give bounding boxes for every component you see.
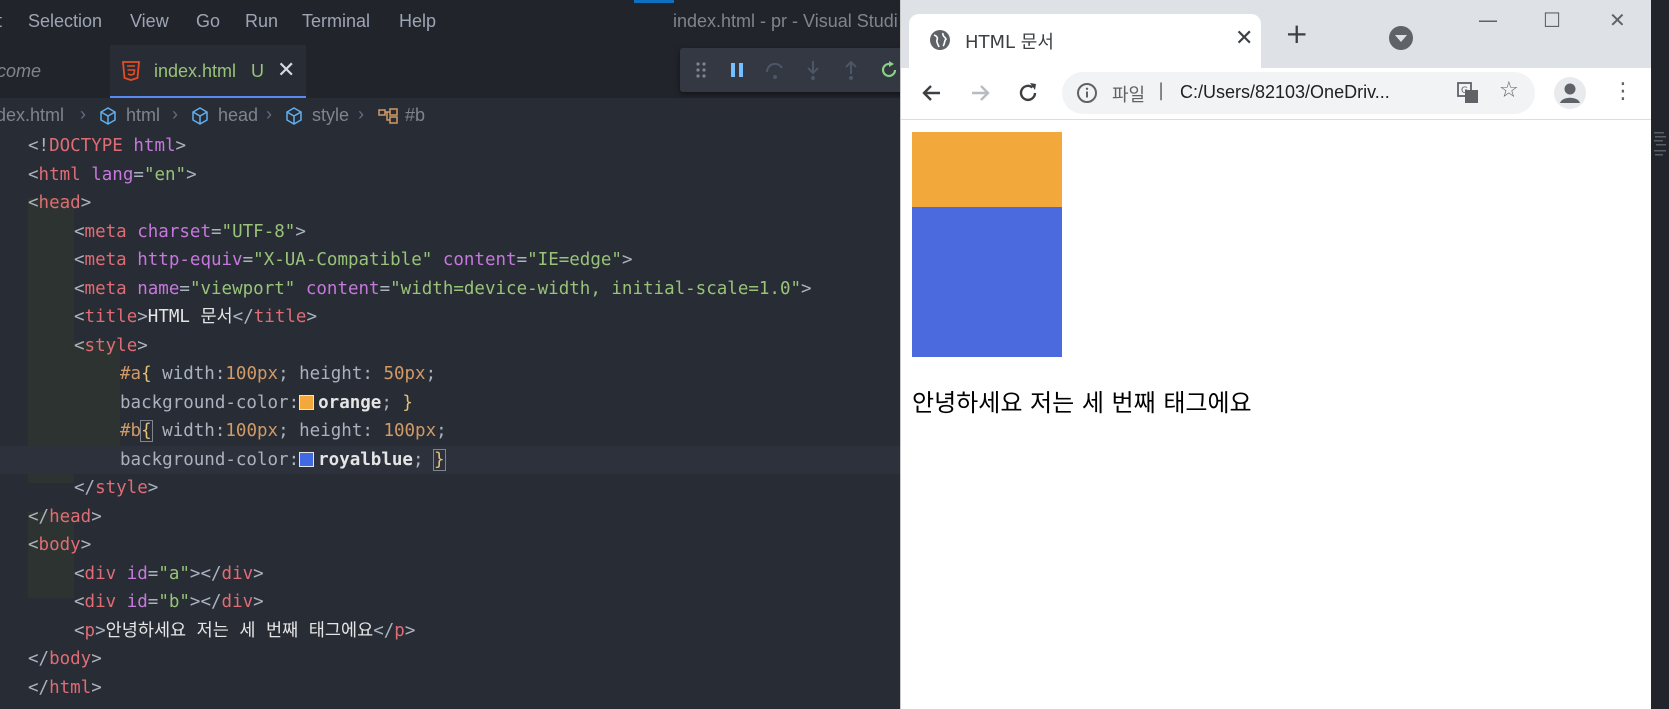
html5-icon: [122, 61, 140, 81]
tab-search-button[interactable]: [1389, 26, 1413, 50]
code-line: <style>: [74, 335, 148, 356]
menu-item-selection[interactable]: Selection: [28, 11, 102, 32]
color-swatch-orange[interactable]: [299, 394, 315, 410]
royalblue-box: [912, 207, 1062, 357]
tab-close-button[interactable]: ✕: [277, 57, 295, 83]
chrome-toolbar: 파일 | C:/Users/82103/OneDriv... G ☆ ⋮: [901, 68, 1652, 120]
breadcrumb-html[interactable]: html: [126, 105, 160, 126]
maximize-button[interactable]: ☐: [1543, 8, 1561, 32]
reload-icon[interactable]: [1015, 80, 1041, 106]
code-line: </head>: [28, 506, 102, 527]
address-url[interactable]: C:/Users/82103/OneDriv...: [1180, 82, 1390, 103]
breadcrumb-separator: ›: [358, 104, 364, 124]
browser-tab-title: HTML 문서: [965, 32, 1054, 53]
browser-tab[interactable]: HTML 문서 ✕: [909, 14, 1261, 68]
breadcrumb: dex.html › html › head › style › #b: [0, 98, 900, 132]
profile-icon[interactable]: [1554, 77, 1586, 109]
tab-welcome[interactable]: lcome: [0, 45, 110, 98]
minimap-preview: [1654, 132, 1666, 156]
orange-box: [912, 132, 1062, 207]
color-swatch-royalblue[interactable]: [299, 451, 315, 467]
forward-icon[interactable]: [967, 80, 993, 106]
menu-item-help[interactable]: Help: [399, 11, 436, 32]
restart-icon[interactable]: [878, 59, 900, 81]
code-line: <meta charset="UTF-8">: [74, 221, 306, 242]
window-title: index.html - pr - Visual Studi: [673, 11, 898, 31]
breadcrumb-separator: ›: [80, 104, 86, 124]
breadcrumb-style[interactable]: style: [312, 105, 349, 126]
breadcrumb-head[interactable]: head: [218, 105, 258, 126]
code-line: <html lang="en">: [28, 164, 197, 185]
menu-item-run[interactable]: Run: [245, 11, 278, 32]
code-line: <div id="b"></div>: [74, 592, 264, 612]
menubar: t Selection View Go Run Terminal Help in…: [0, 0, 900, 45]
code-line: <!DOCTYPE html>: [28, 136, 187, 156]
translate-icon[interactable]: G: [1457, 82, 1479, 104]
step-into-icon[interactable]: [802, 59, 824, 81]
menu-item-edit[interactable]: t: [0, 11, 2, 32]
menu-item-view[interactable]: View: [130, 11, 169, 32]
new-tab-button[interactable]: +: [1285, 20, 1308, 48]
code-line-current: background-color: royalblue; }: [0, 445, 900, 474]
step-out-icon[interactable]: [840, 59, 862, 81]
chrome-window: HTML 문서 ✕ + — ☐ ✕ 파일 | C:/Users/82103/On…: [900, 0, 1652, 709]
step-over-icon[interactable]: [764, 59, 786, 81]
tab-index-html[interactable]: index.html U ✕: [110, 45, 306, 98]
minimize-button[interactable]: —: [1478, 8, 1498, 32]
greeting-paragraph: 안녕하세요 저는 세 번째 태그에요: [912, 389, 1252, 417]
globe-icon: [930, 30, 950, 50]
code-line: <div id="a"></div>: [74, 563, 264, 584]
code-editor[interactable]: <!DOCTYPE html> <html lang="en"> <head> …: [0, 132, 900, 709]
breadcrumb-file[interactable]: dex.html: [0, 105, 64, 126]
breadcrumb-separator: ›: [172, 104, 178, 124]
vscode-window: t Selection View Go Run Terminal Help in…: [0, 0, 900, 709]
page-viewport: 안녕하세요 저는 세 번째 태그에요: [901, 121, 1652, 709]
code-line: </html>: [28, 677, 102, 698]
address-bar[interactable]: 파일 | C:/Users/82103/OneDriv... G ☆: [1062, 72, 1535, 114]
code-line: <meta http-equiv="X-UA-Compatible" conte…: [74, 250, 633, 270]
menu-item-go[interactable]: Go: [196, 11, 220, 32]
file-scheme-label: 파일: [1112, 85, 1146, 106]
code-line: </style>: [74, 478, 159, 498]
address-separator: |: [1158, 80, 1165, 101]
code-line: <title>HTML 문서</title>: [74, 307, 317, 327]
selector-icon: [378, 108, 398, 124]
code-line: </body>: [28, 649, 102, 669]
breadcrumb-selector[interactable]: #b: [405, 105, 425, 126]
back-icon[interactable]: [919, 80, 945, 106]
debug-toolbar: [680, 48, 900, 92]
chrome-titlebar: HTML 문서 ✕ + — ☐ ✕: [901, 0, 1652, 68]
code-line: <p>안녕하세요 저는 세 번째 태그에요</p>: [74, 620, 416, 641]
more-icon[interactable]: ⋮: [1612, 79, 1634, 104]
code-line: #a{ width:100px; height: 50px;: [120, 364, 437, 384]
breadcrumb-separator: ›: [266, 104, 272, 124]
svg-text:G: G: [1461, 86, 1468, 96]
adjacent-window-edge: [1651, 0, 1669, 709]
code-line: <head>: [28, 193, 92, 213]
info-icon[interactable]: [1076, 82, 1098, 104]
pause-icon[interactable]: [726, 59, 748, 81]
untracked-badge: U: [251, 61, 264, 81]
code-line: <body>: [28, 535, 92, 555]
browser-tab-close-button[interactable]: ✕: [1235, 26, 1253, 51]
star-icon[interactable]: ☆: [1499, 78, 1519, 103]
tab-welcome-label: lcome: [0, 61, 42, 81]
tab-index-label: index.html: [154, 61, 237, 81]
progress-indicator: [634, 0, 674, 3]
element-cube-icon: [286, 107, 302, 125]
drag-handle-icon[interactable]: [690, 59, 712, 81]
code-line: #b{ width:100px; height: 100px;: [120, 420, 447, 442]
code-line: background-color: orange; }: [120, 392, 413, 413]
window-close-button[interactable]: ✕: [1609, 8, 1626, 32]
element-cube-icon: [192, 107, 208, 125]
code-line: <meta name="viewport" content="width=dev…: [74, 278, 812, 299]
element-cube-icon: [100, 107, 116, 125]
menu-item-terminal[interactable]: Terminal: [302, 11, 370, 32]
